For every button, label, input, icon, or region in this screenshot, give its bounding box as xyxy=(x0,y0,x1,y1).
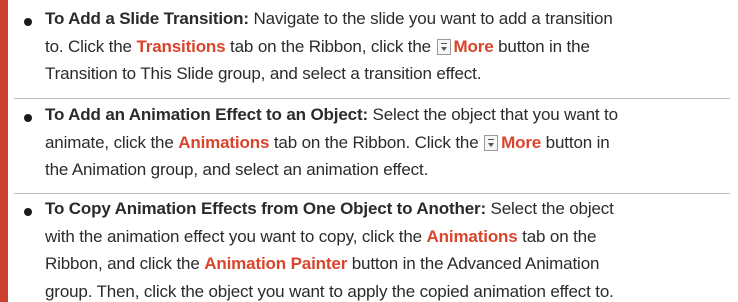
text-line: To Copy Animation Effects from One Objec… xyxy=(45,198,614,220)
bullet-icon xyxy=(24,18,32,26)
item-heading: To Copy Animation Effects from One Objec… xyxy=(45,199,486,218)
bullet-icon xyxy=(24,114,32,122)
body-text: with the animation effect you want to co… xyxy=(45,226,427,246)
more-gallery-icon xyxy=(436,38,451,55)
list-divider xyxy=(14,98,730,99)
body-text: tab on the Ribbon. Click the xyxy=(269,132,484,152)
text-line: Transition to This Slide group, and sele… xyxy=(45,63,481,85)
body-text: Select the object that you want to xyxy=(367,105,619,124)
list-item: To Add a Slide Transition: Navigate to t… xyxy=(24,8,730,92)
text-line: To Add a Slide Transition: Navigate to t… xyxy=(45,8,613,30)
ui-term-highlight: Animations xyxy=(178,132,270,152)
item-heading: To Add an Animation Effect to an Object: xyxy=(45,105,368,124)
body-text: the Animation group, and select an anima… xyxy=(45,160,429,179)
text-line: Ribbon, and click the Animation Painter … xyxy=(45,253,599,275)
body-text: Navigate to the slide you want to add a … xyxy=(248,9,613,28)
body-text: Transition to This Slide group, and sele… xyxy=(45,64,482,83)
more-gallery-icon xyxy=(484,134,499,151)
instruction-list: To Add a Slide Transition: Navigate to t… xyxy=(0,0,738,302)
body-text: button in xyxy=(541,132,610,152)
bullet-icon xyxy=(24,208,32,216)
text-line: animate, click the Animations tab on the… xyxy=(45,132,610,154)
text-line: with the animation effect you want to co… xyxy=(45,226,596,248)
body-text: button in the Advanced Animation xyxy=(347,254,600,273)
ui-term-highlight: Animation Painter xyxy=(204,254,348,273)
text-line: the Animation group, and select an anima… xyxy=(45,159,428,181)
body-text: animate, click the xyxy=(45,132,179,152)
text-line: to. Click the Transitions tab on the Rib… xyxy=(45,36,590,58)
body-text: to. Click the xyxy=(45,36,137,56)
body-text: button in the xyxy=(493,36,590,56)
item-heading: To Add a Slide Transition: xyxy=(45,9,249,28)
body-text: group. Then, click the object you want t… xyxy=(45,281,614,301)
text-line: group. Then, click the object you want t… xyxy=(45,281,614,302)
text-line: To Add an Animation Effect to an Object:… xyxy=(45,104,618,126)
list-item: To Add an Animation Effect to an Object:… xyxy=(24,104,730,188)
ui-term-highlight: Transitions xyxy=(136,36,226,56)
body-text: tab on the Ribbon, click the xyxy=(225,36,436,56)
body-text: Select the object xyxy=(485,199,614,218)
ui-term-highlight: More xyxy=(453,36,494,56)
ui-term-highlight: Animations xyxy=(426,226,518,246)
list-item: To Copy Animation Effects from One Objec… xyxy=(24,198,730,302)
ui-term-highlight: More xyxy=(501,132,542,152)
body-text: Ribbon, and click the xyxy=(45,254,205,273)
document-page: To Add a Slide Transition: Navigate to t… xyxy=(0,0,738,302)
body-text: tab on the xyxy=(517,226,597,246)
list-divider xyxy=(14,193,730,194)
